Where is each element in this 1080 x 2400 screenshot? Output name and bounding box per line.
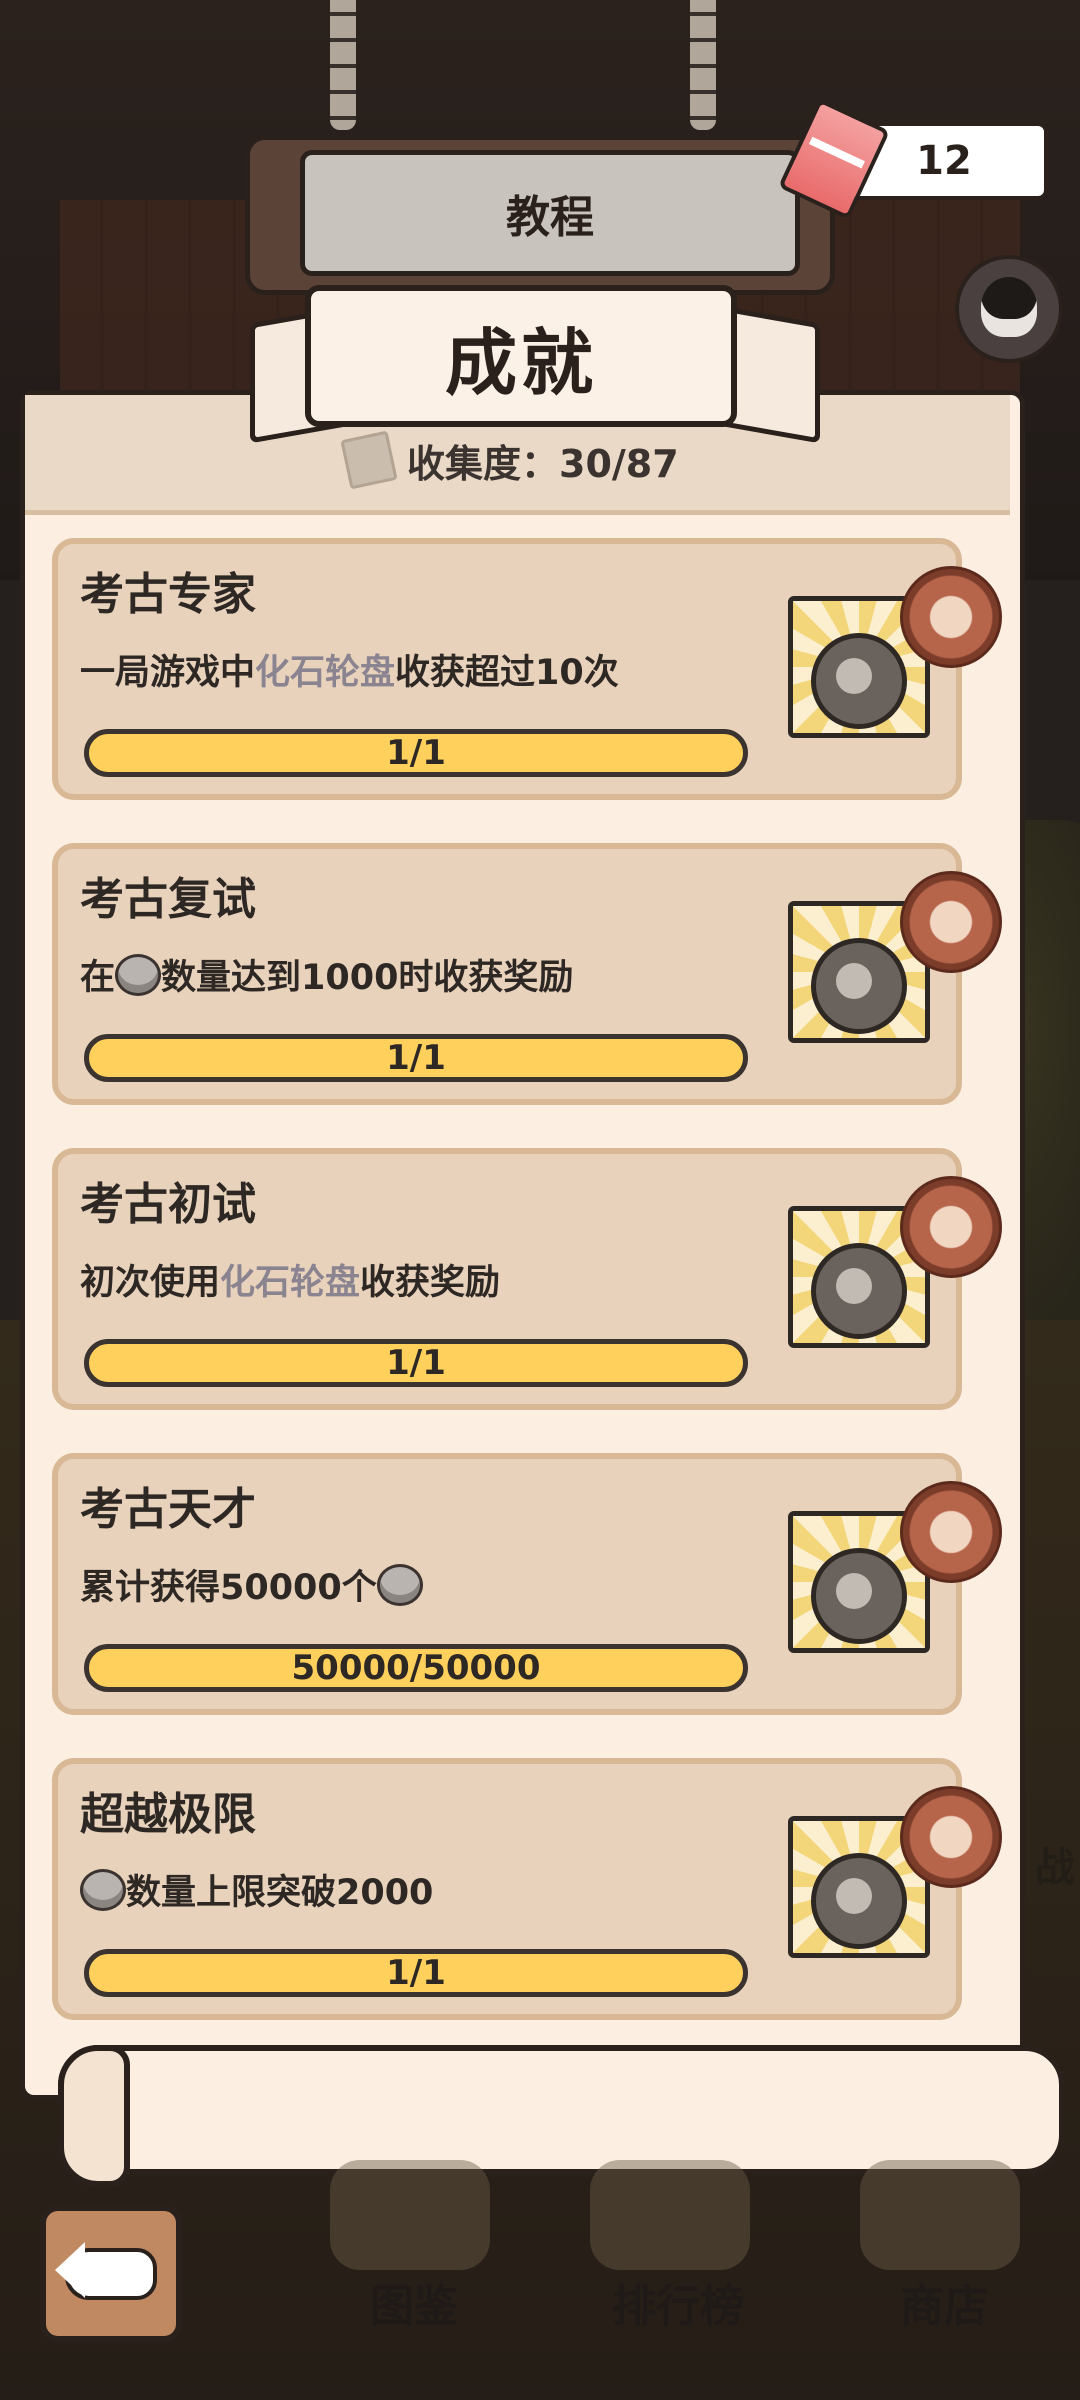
fossil-wheel-icon bbox=[811, 1853, 907, 1949]
desc-highlight: 化石轮盘 bbox=[255, 653, 396, 693]
achievement-card[interactable]: 考古初试 初次使用 化石轮盘 收获奖励 1/1 bbox=[52, 1148, 1002, 1410]
tutorial-label[interactable]: 教程 bbox=[300, 150, 800, 276]
paw-icon bbox=[900, 1176, 1002, 1278]
fossil-coin-icon bbox=[115, 953, 162, 996]
achievement-card[interactable]: 考古专家 一局游戏中 化石轮盘 收获超过10次 1/1 bbox=[52, 538, 1002, 800]
progress-bar: 1/1 bbox=[84, 1949, 748, 1997]
achievement-card[interactable]: 超越极限 数量上限突破2000 1/1 bbox=[52, 1758, 1002, 2020]
fossil-coin-icon bbox=[376, 1563, 423, 1606]
fossil-coin-icon bbox=[80, 1868, 126, 1911]
paw-icon bbox=[900, 871, 1002, 973]
side-challenge-label: 战 bbox=[1035, 1845, 1075, 1891]
achievement-desc: 在 数量达到1000时收获奖励 bbox=[80, 949, 573, 1000]
paw-icon bbox=[900, 566, 1002, 668]
collection-label: 收集度：30/87 bbox=[407, 441, 679, 486]
page-title: 成就 bbox=[305, 285, 737, 427]
achievement-name: 考古专家 bbox=[80, 569, 256, 620]
back-arrow-icon bbox=[55, 2241, 157, 2300]
sign-chain-right bbox=[690, 0, 716, 130]
achievement-name: 考古初试 bbox=[80, 1179, 256, 1230]
nav-collection[interactable]: 图鉴 bbox=[370, 2270, 458, 2334]
achievement-card[interactable]: 考古复试 在 数量达到1000时收获奖励 1/1 bbox=[52, 843, 1002, 1105]
achievement-desc: 初次使用 化石轮盘 收获奖励 bbox=[80, 1254, 500, 1305]
achievement-name: 超越极限 bbox=[80, 1789, 256, 1840]
desc-text: 数量达到1000时收获奖励 bbox=[161, 958, 574, 998]
penguin-avatar-icon[interactable] bbox=[955, 255, 1063, 363]
achievement-desc: 数量上限突破2000 bbox=[80, 1864, 433, 1915]
nav-shop[interactable]: 商店 bbox=[900, 2270, 988, 2334]
progress-bar: 1/1 bbox=[84, 729, 748, 777]
sign-chain-left bbox=[330, 0, 356, 130]
nav-ranking[interactable]: 排行榜 bbox=[612, 2270, 744, 2334]
achievement-name: 考古天才 bbox=[80, 1484, 256, 1535]
progress-bar: 1/1 bbox=[84, 1339, 748, 1387]
desc-text: 收获超过10次 bbox=[395, 653, 619, 693]
fossil-wheel-icon bbox=[811, 1548, 907, 1644]
nav-icon-ranking bbox=[590, 2160, 750, 2270]
paw-icon bbox=[900, 1786, 1002, 1888]
book-icon bbox=[340, 430, 398, 490]
back-button[interactable] bbox=[40, 2205, 182, 2342]
desc-text: 数量上限突破2000 bbox=[126, 1873, 434, 1913]
fossil-wheel-icon bbox=[811, 938, 907, 1034]
desc-text: 累计获得50000个 bbox=[80, 1568, 377, 1608]
achievement-card[interactable]: 考古天才 累计获得50000个 50000/50000 bbox=[52, 1453, 1002, 1715]
achievement-name: 考古复试 bbox=[80, 874, 256, 925]
fossil-wheel-icon bbox=[811, 1243, 907, 1339]
nav-icon-shop bbox=[860, 2160, 1020, 2270]
scroll-roll bbox=[58, 2045, 130, 2187]
scroll-footer bbox=[58, 2045, 1065, 2175]
desc-text: 初次使用 bbox=[80, 1263, 221, 1303]
desc-text: 收获奖励 bbox=[360, 1263, 501, 1303]
nav-icon-collection bbox=[330, 2160, 490, 2270]
desc-text: 在 bbox=[80, 958, 116, 998]
desc-highlight: 化石轮盘 bbox=[220, 1263, 361, 1303]
progress-bar: 50000/50000 bbox=[84, 1644, 748, 1692]
achievement-desc: 一局游戏中 化石轮盘 收获超过10次 bbox=[80, 644, 619, 695]
desc-text: 一局游戏中 bbox=[80, 653, 256, 693]
achievement-desc: 累计获得50000个 bbox=[80, 1559, 423, 1610]
collection-progress: 收集度：30/87 bbox=[340, 430, 679, 490]
fossil-wheel-icon bbox=[811, 633, 907, 729]
progress-bar: 1/1 bbox=[84, 1034, 748, 1082]
paw-icon bbox=[900, 1481, 1002, 1583]
